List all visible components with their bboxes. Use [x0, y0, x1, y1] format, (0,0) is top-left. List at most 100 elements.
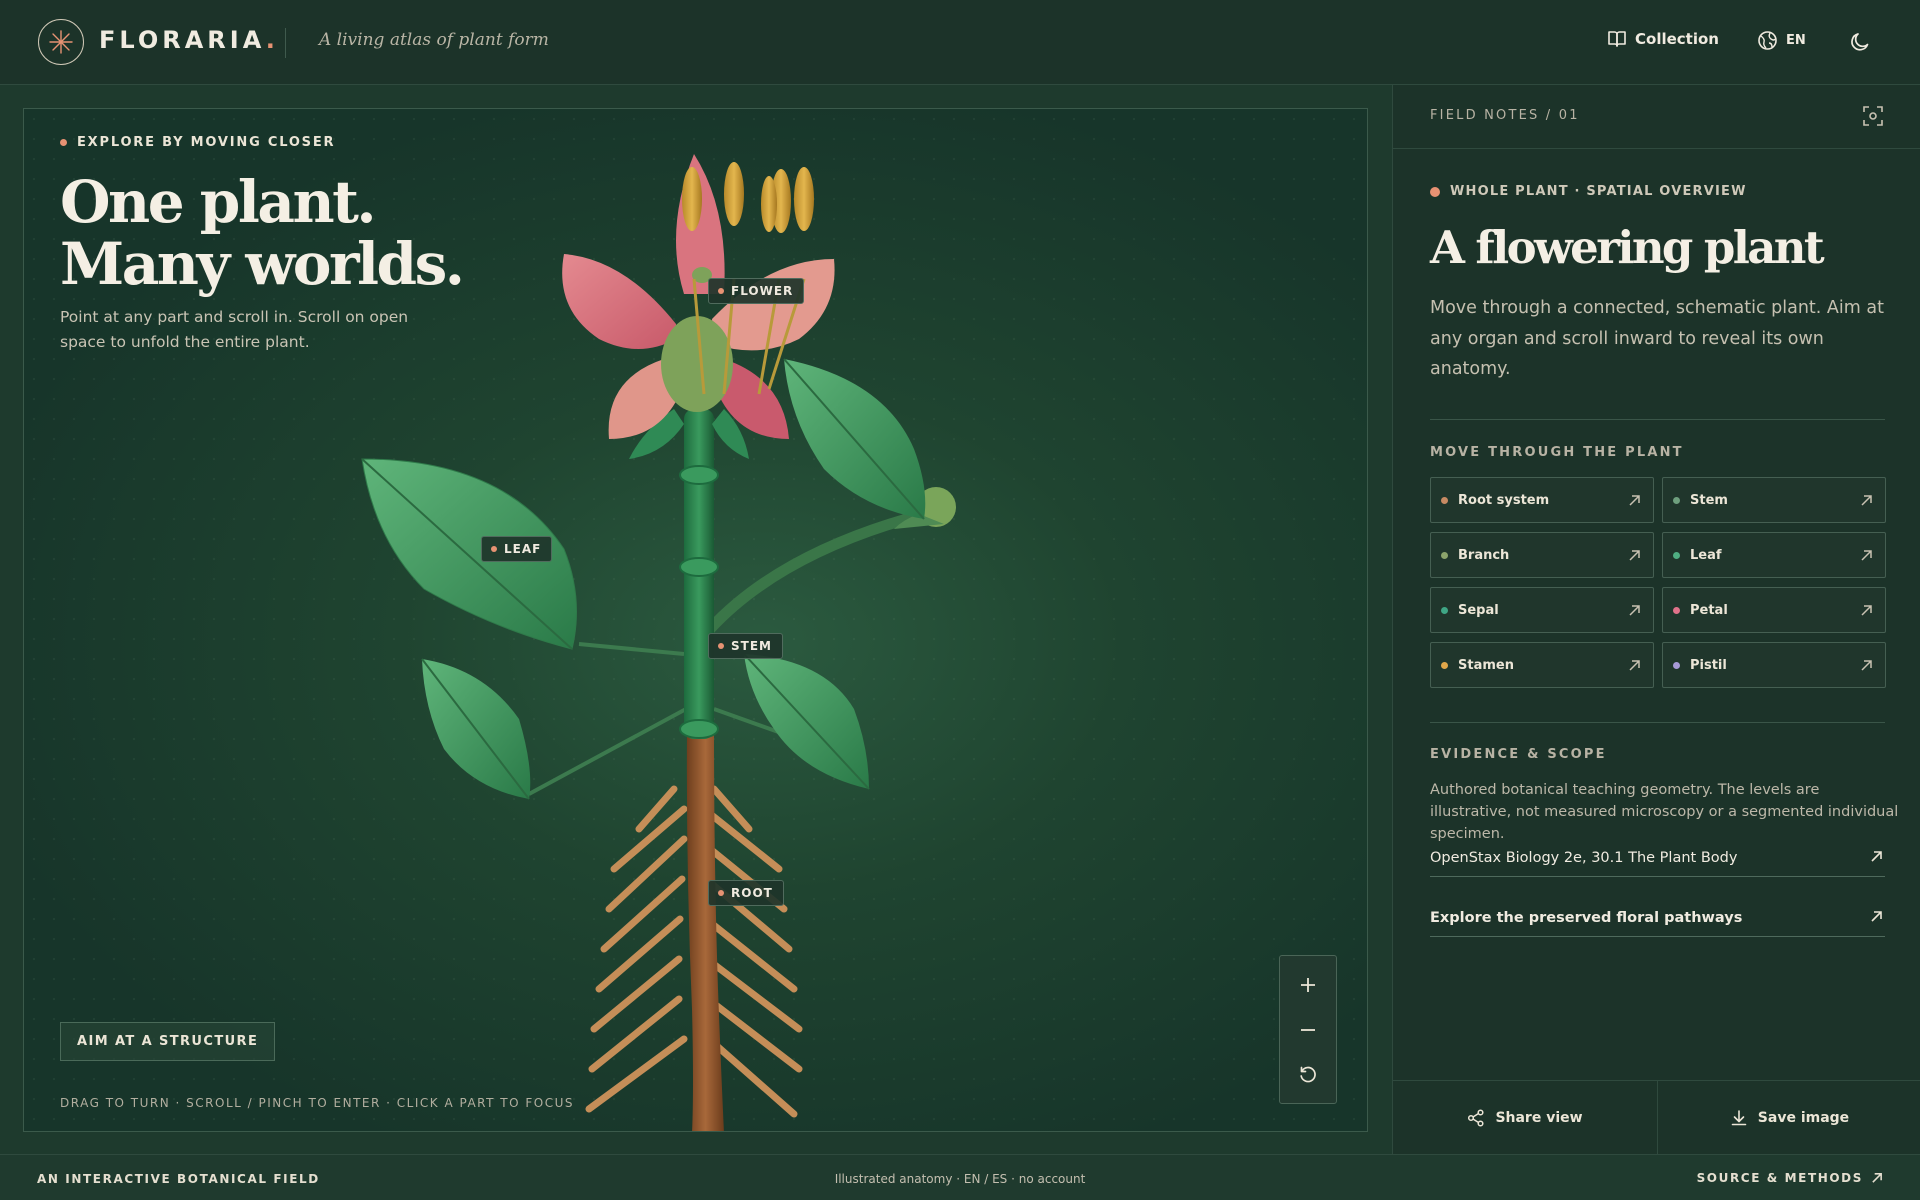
share-view-button[interactable]: Share view: [1393, 1081, 1657, 1155]
accent-dot: [718, 890, 724, 896]
label-root[interactable]: ROOT: [708, 880, 784, 906]
label-leaf-text: LEAF: [504, 542, 542, 556]
accent-dot: [1430, 186, 1440, 197]
globe-icon: [1758, 31, 1777, 50]
floral-pathways-link[interactable]: Explore the preserved floral pathways: [1430, 899, 1885, 937]
nav-item-label: Root system: [1458, 493, 1550, 508]
evidence-text: Authored botanical teaching geometry. Th…: [1430, 782, 1899, 842]
nav-item-petal[interactable]: Petal: [1662, 587, 1886, 633]
footer-center: Illustrated anatomy · EN / ES · no accou…: [834, 1172, 1086, 1186]
download-icon: [1731, 1110, 1747, 1126]
label-leaf[interactable]: LEAF: [481, 536, 553, 562]
zoom-controls: [1279, 955, 1337, 1104]
collection-label: Collection: [1635, 30, 1719, 48]
part-color-dot: [1673, 607, 1680, 614]
part-color-dot: [1441, 607, 1448, 614]
nav-item-label: Branch: [1458, 548, 1510, 563]
nav-item-label: Leaf: [1690, 548, 1722, 563]
save-image-button[interactable]: Save image: [1657, 1081, 1920, 1155]
tagline: A living atlas of plant form: [319, 30, 549, 50]
aim-structure-button[interactable]: AIM AT A STRUCTURE: [60, 1022, 276, 1061]
label-stem[interactable]: STEM: [708, 633, 783, 659]
arrow-up-right-icon: [1861, 660, 1872, 671]
nav-item-leaf[interactable]: Leaf: [1662, 532, 1886, 578]
source-link[interactable]: OpenStax Biology 2e, 30.1 The Plant Body: [1430, 839, 1885, 877]
language-label: EN: [1786, 33, 1806, 48]
share-view-label: Share view: [1495, 1110, 1583, 1126]
accent-dot: [718, 288, 724, 294]
logo-icon[interactable]: [38, 19, 84, 65]
minus-icon: [1301, 1029, 1315, 1031]
nav-item-sepal[interactable]: Sepal: [1430, 587, 1654, 633]
arrow-up-right-icon: [1861, 495, 1872, 506]
part-color-dot: [1441, 497, 1448, 504]
floral-pathways-label: Explore the preserved floral pathways: [1430, 909, 1743, 926]
plant-viewport[interactable]: EXPLORE BY MOVING CLOSER One plant. Many…: [23, 108, 1368, 1132]
nav-item-branch[interactable]: Branch: [1430, 532, 1654, 578]
focus-button[interactable]: [1861, 104, 1885, 132]
open-book-icon: [1608, 31, 1626, 47]
nav-item-root-system[interactable]: Root system: [1430, 477, 1654, 523]
accent-dot: [491, 546, 497, 552]
plant-illustration[interactable]: [24, 109, 1368, 1132]
notes-title: FIELD NOTES / 01: [1430, 108, 1580, 123]
part-color-dot: [1673, 497, 1680, 504]
nav-item-stamen[interactable]: Stamen: [1430, 642, 1654, 688]
reset-view-button[interactable]: [1280, 1053, 1336, 1097]
leaf-upper-right: [783, 358, 926, 520]
part-color-dot: [1673, 552, 1680, 559]
collection-button[interactable]: Collection: [1607, 30, 1719, 48]
label-flower[interactable]: FLOWER: [708, 278, 805, 304]
nav-item-label: Petal: [1690, 603, 1728, 618]
focus-frame-icon: [1863, 106, 1883, 126]
zoom-out-button[interactable]: [1280, 1008, 1336, 1052]
branch: [704, 505, 942, 635]
top-bar: FLORARIA. A living atlas of plant form C…: [0, 0, 1920, 85]
source-methods-label: SOURCE & METHODS: [1696, 1171, 1863, 1185]
move-section-title: MOVE THROUGH THE PLANT: [1430, 445, 1684, 460]
bottom-bar: AN INTERACTIVE BOTANICAL FIELD Illustrat…: [0, 1154, 1920, 1200]
divider: [1430, 722, 1885, 723]
brand-name[interactable]: FLORARIA.: [99, 26, 279, 54]
part-color-dot: [1673, 662, 1680, 669]
nav-item-label: Sepal: [1458, 603, 1499, 618]
arrow-up-right-icon: [1629, 550, 1640, 561]
part-color-dot: [1441, 552, 1448, 559]
label-stem-text: STEM: [731, 639, 772, 653]
panel-title: A flowering plant: [1430, 221, 1825, 274]
divider: [1430, 419, 1885, 420]
plus-icon: [1301, 978, 1315, 992]
label-root-text: ROOT: [731, 886, 773, 900]
leaf-lower-right: [743, 653, 870, 790]
overview-tag: WHOLE PLANT · SPATIAL OVERVIEW: [1430, 184, 1747, 199]
source-link-label: OpenStax Biology 2e, 30.1 The Plant Body: [1430, 849, 1738, 866]
arrow-up-right-icon: [1629, 660, 1640, 671]
label-flower-text: FLOWER: [731, 284, 794, 298]
save-image-label: Save image: [1757, 1110, 1850, 1126]
overview-tag-label: WHOLE PLANT · SPATIAL OVERVIEW: [1450, 184, 1747, 199]
evidence-section-title: EVIDENCE & SCOPE: [1430, 747, 1607, 762]
panel-footer: Share view Save image: [1393, 1080, 1920, 1155]
field-notes-panel: FIELD NOTES / 01 WHOLE PLANT · SPATIAL O…: [1392, 85, 1920, 1155]
arrow-up-right-icon: [1629, 605, 1640, 616]
nav-item-label: Stem: [1690, 493, 1728, 508]
language-button[interactable]: EN: [1757, 30, 1806, 51]
theme-toggle[interactable]: [1849, 31, 1871, 53]
part-color-dot: [1441, 662, 1448, 669]
source-methods-link[interactable]: SOURCE & METHODS: [1697, 1171, 1883, 1185]
zoom-in-button[interactable]: [1280, 963, 1336, 1007]
arrow-up-right-icon: [1872, 1173, 1882, 1183]
nav-item-stem[interactable]: Stem: [1662, 477, 1886, 523]
nav-item-label: Pistil: [1690, 658, 1727, 673]
panel-description: Move through a connected, schematic plan…: [1430, 298, 1884, 379]
reset-rotate-icon: [1300, 1066, 1316, 1083]
arrow-up-right-icon: [1871, 911, 1882, 922]
nav-item-label: Stamen: [1458, 658, 1514, 673]
brand-divider: [285, 28, 286, 58]
share-icon: [1468, 1109, 1484, 1127]
notes-header: FIELD NOTES / 01: [1393, 85, 1920, 149]
accent-dot: [718, 643, 724, 649]
nav-item-pistil[interactable]: Pistil: [1662, 642, 1886, 688]
arrow-up-right-icon: [1861, 550, 1872, 561]
moon-icon: [1851, 33, 1869, 51]
